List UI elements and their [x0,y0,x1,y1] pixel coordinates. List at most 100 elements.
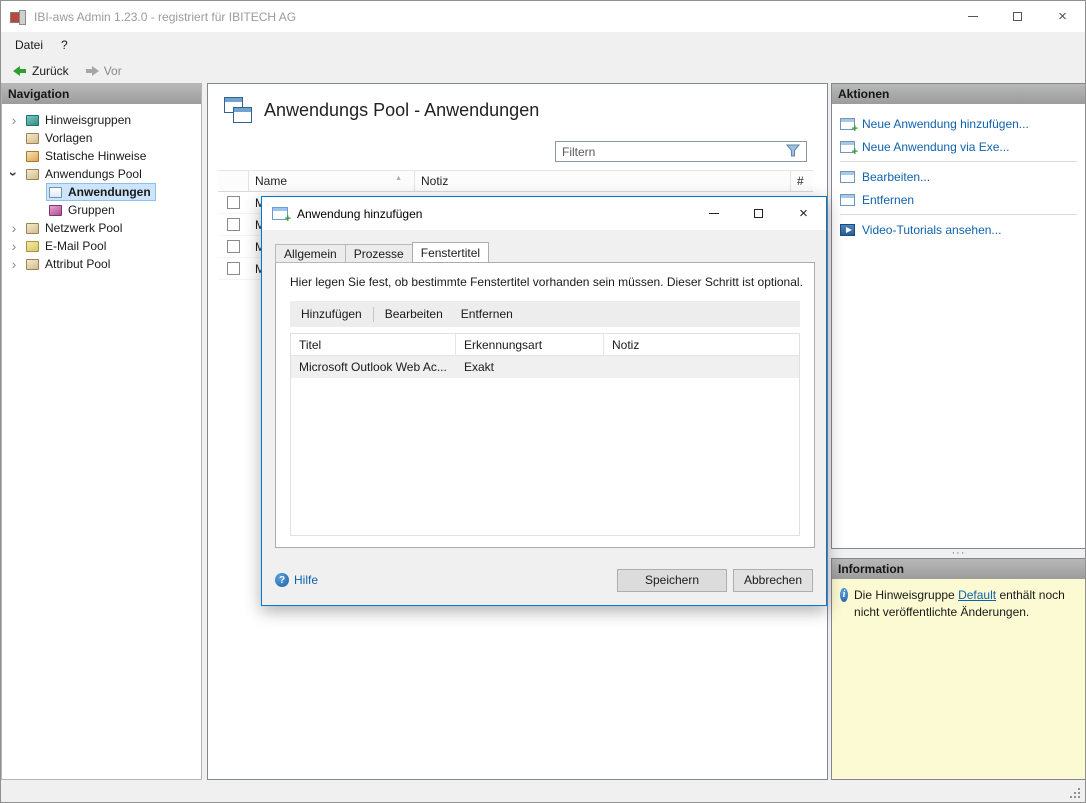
forward-button[interactable]: Vor [81,62,126,80]
anwendungen-icon [49,186,62,198]
nav-item-vorlagen[interactable]: Vorlagen [2,129,201,147]
tab-allgemein[interactable]: Allgemein [275,244,346,263]
information-message: i Die Hinweisgruppe Default enthält noch… [832,579,1085,630]
minimize-button[interactable] [950,1,995,32]
nav-item-anwendungen[interactable]: Anwendungen [2,183,201,201]
menu-datei[interactable]: Datei [6,35,52,55]
column-header-name[interactable]: Name ▲ [249,171,415,191]
column-header-notiz[interactable]: Notiz [604,334,799,355]
select-all-column [218,171,249,191]
maximize-button[interactable] [995,1,1040,32]
speichern-button[interactable]: Speichern [617,568,727,592]
menubar: Datei ? [1,32,1085,58]
actions-panel: Aktionen Neue Anwendung hinzufügen... Ne… [831,83,1085,549]
column-header-notiz[interactable]: Notiz [415,171,791,191]
row-checkbox[interactable] [227,218,240,231]
tab-prozesse[interactable]: Prozesse [344,244,413,263]
separator [840,161,1077,162]
actions-header: Aktionen [832,84,1085,104]
close-button[interactable]: × [1040,1,1085,32]
information-header: Information [832,559,1085,579]
column-header-titel[interactable]: Titel [291,334,456,355]
filter-input[interactable]: Filtern [555,141,807,162]
chevron-right-icon[interactable]: › [7,239,21,253]
default-group-link[interactable]: Default [958,588,996,602]
action-bearbeiten[interactable]: Bearbeiten... [832,165,1085,188]
menu-help[interactable]: ? [52,35,77,55]
dialog-footer: ? Hilfe Speichern Abbrechen [275,568,813,592]
chevron-right-icon[interactable]: › [7,221,21,235]
dialog-titlebar[interactable]: Anwendung hinzufügen × [262,197,826,230]
fenstertitel-row[interactable]: Microsoft Outlook Web Ac... Exakt [291,356,799,378]
hinweisgruppen-icon [26,114,39,126]
fenstertitel-toolbar: Hinzufügen Bearbeiten Entfernen [290,301,800,327]
chevron-right-icon[interactable]: › [7,113,21,127]
row-checkbox[interactable] [227,240,240,253]
info-icon: i [840,588,849,602]
fenstertitel-table-header: Titel Erkennungsart Notiz [291,334,799,356]
action-entfernen[interactable]: Entfernen [832,188,1085,211]
back-arrow-icon [13,65,27,76]
filter-icon[interactable] [785,144,801,160]
netzwerk-pool-icon [26,222,39,234]
help-icon: ? [275,573,289,587]
vorlagen-icon [26,132,39,144]
navigation-panel: Navigation › Hinweisgruppen Vorlagen Sta… [1,83,202,780]
new-application-exe-icon [840,140,858,158]
window-title: IBI-aws Admin 1.23.0 - registriert für I… [34,9,297,24]
back-button[interactable]: Zurück [9,62,73,80]
bearbeiten-button[interactable]: Bearbeiten [376,303,452,325]
remove-icon [840,193,855,206]
help-link[interactable]: ? Hilfe [275,573,318,587]
row-checkbox[interactable] [227,196,240,209]
navigation-tree: › Hinweisgruppen Vorlagen Statische Hinw… [2,104,201,273]
hinzufuegen-button[interactable]: Hinzufügen [292,303,371,325]
filter-placeholder: Filtern [562,144,596,159]
column-header-count[interactable]: # [791,171,813,191]
close-icon: × [1058,8,1067,25]
actions-list: Neue Anwendung hinzufügen... Neue Anwend… [832,104,1085,241]
column-header-erkennungsart[interactable]: Erkennungsart [456,334,604,355]
nav-item-statische-hinweise[interactable]: Statische Hinweise [2,147,201,165]
panel-splitter[interactable]: ··· [831,548,1085,559]
dialog-title: Anwendung hinzufügen [297,206,423,221]
information-panel: Information i Die Hinweisgruppe Default … [831,558,1085,780]
action-neue-anwendung-hinzufuegen[interactable]: Neue Anwendung hinzufügen... [832,112,1085,135]
status-bar [1,786,1085,802]
entfernen-button[interactable]: Entfernen [452,303,522,325]
page-title: Anwendungs Pool - Anwendungen [264,100,540,120]
action-neue-anwendung-via-exe[interactable]: Neue Anwendung via Exe... [832,135,1085,158]
selected-highlight: Anwendungen [46,183,156,201]
dialog-window-controls: × [691,197,826,230]
fenstertitel-table: Titel Erkennungsart Notiz Microsoft Outl… [290,333,800,536]
nav-item-gruppen[interactable]: Gruppen [2,201,201,219]
sort-asc-icon: ▲ [395,175,402,182]
nav-item-anwendungs-pool[interactable]: › Anwendungs Pool [2,165,201,183]
anwendungs-pool-icon [26,168,39,180]
maximize-icon [754,209,763,218]
navigation-header: Navigation [2,84,201,104]
statische-hinweise-icon [26,150,39,162]
action-video-tutorials[interactable]: Video-Tutorials ansehen... [832,218,1085,241]
separator [372,306,374,322]
chevron-right-icon[interactable]: › [7,257,21,271]
dialog-minimize-button[interactable] [691,197,736,230]
nav-item-hinweisgruppen[interactable]: › Hinweisgruppen [2,111,201,129]
back-label: Zurück [32,63,69,78]
edit-icon [840,170,855,183]
dialog-tabs: Allgemein Prozesse Fenstertitel [275,242,490,263]
app-window: IBI-aws Admin 1.23.0 - registriert für I… [0,0,1086,803]
dialog-close-button[interactable]: × [781,197,826,230]
tab-fenstertitel[interactable]: Fenstertitel [411,242,490,263]
attribut-pool-icon [26,258,39,270]
nav-item-attribut-pool[interactable]: › Attribut Pool [2,255,201,273]
nav-item-email-pool[interactable]: › E-Mail Pool [2,237,201,255]
abbrechen-button[interactable]: Abbrechen [733,568,813,592]
close-icon: × [799,205,808,222]
minimize-icon [967,16,978,17]
chevron-down-icon[interactable]: › [6,167,22,181]
row-checkbox[interactable] [227,262,240,275]
resize-grip-icon[interactable] [1078,796,1080,798]
nav-item-netzwerk-pool[interactable]: › Netzwerk Pool [2,219,201,237]
dialog-maximize-button[interactable] [736,197,781,230]
